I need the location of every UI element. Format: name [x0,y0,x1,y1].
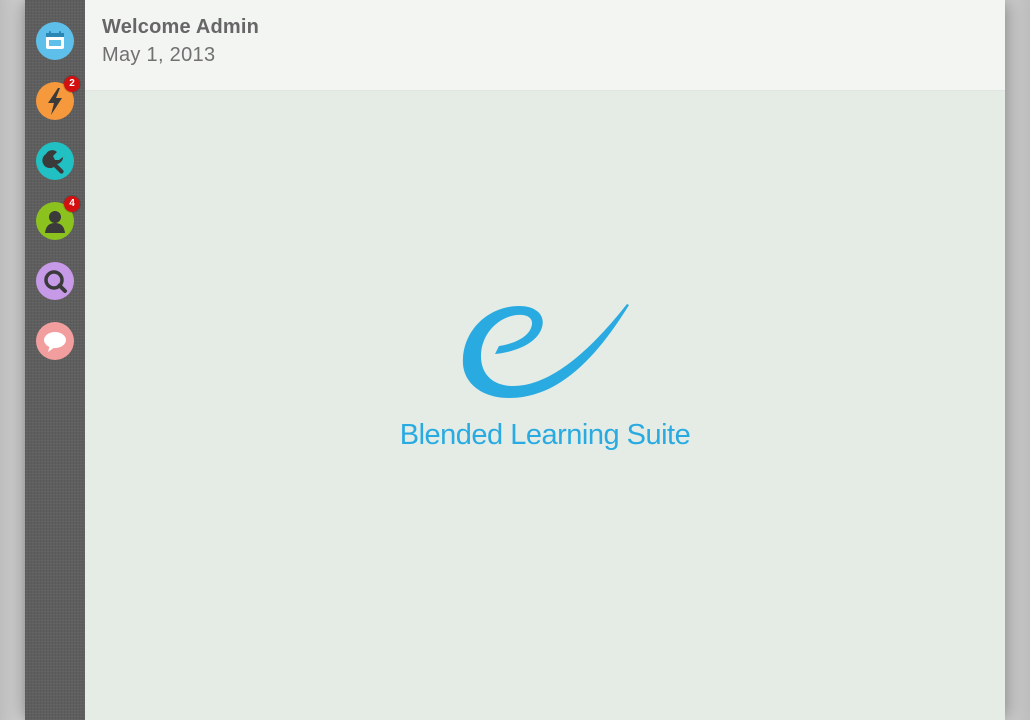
main-content: Welcome Admin May 1, 2013 Blended Learni… [85,0,1005,720]
wrench-icon [42,150,64,174]
logo-text: Blended Learning Suite [399,419,691,451]
chat-bubble-icon [44,332,66,352]
notification-badge: 2 [64,76,80,92]
sidebar-item-tools[interactable] [36,142,74,180]
notification-badge: 4 [64,196,80,212]
current-date: May 1, 2013 [102,44,216,66]
search-icon [44,270,67,293]
sidebar: 2 4 [25,0,85,720]
calendar-icon [46,31,64,49]
sidebar-item-activity[interactable]: 2 [36,76,80,120]
swirl-e-logo-icon [462,304,629,398]
page-header: Welcome Admin May 1, 2013 [85,0,1005,91]
sidebar-item-chat[interactable] [36,322,74,360]
window-frame: 2 4 Welcome Admin May 1, 2013 Blended Le… [0,0,1030,720]
app-logo: Blended Learning Suite [385,300,715,460]
sidebar-item-search[interactable] [36,262,74,300]
sidebar-item-calendar[interactable] [36,22,74,60]
app-window: 2 4 Welcome Admin May 1, 2013 Blended Le… [25,0,1005,720]
sidebar-item-users[interactable]: 4 [36,196,80,240]
welcome-title: Welcome Admin [102,16,260,38]
